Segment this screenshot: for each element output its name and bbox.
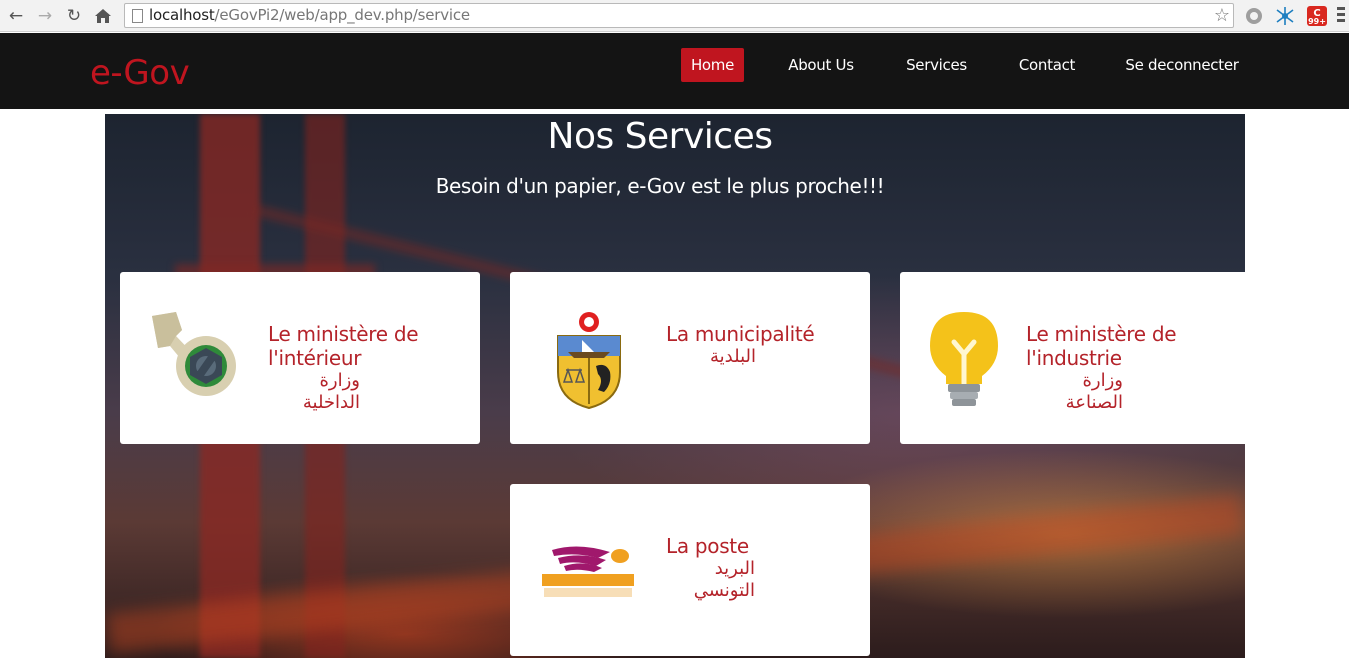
service-card-industrie[interactable]: Le ministère de l'industrie وزارة الصناع…	[900, 272, 1245, 444]
nav-services[interactable]: Services	[899, 48, 974, 82]
page-icon	[132, 9, 143, 23]
reload-icon[interactable]: ↻	[63, 5, 85, 27]
browser-toolbar: ← → ↻ localhost/eGovPi2/web/app_dev.php/…	[0, 0, 1349, 32]
service-name: La municipalité	[666, 322, 815, 346]
lightbulb-icon	[928, 310, 1000, 415]
url-path: /eGovPi2/web/app_dev.php/service	[214, 6, 471, 24]
forward-arrow-icon[interactable]: →	[34, 5, 56, 27]
service-name-arabic: البريد التونسي	[693, 558, 755, 601]
address-url[interactable]: localhost/eGovPi2/web/app_dev.php/servic…	[149, 4, 470, 27]
brand-logo[interactable]: e-Gov	[90, 53, 190, 93]
url-host: localhost	[149, 6, 215, 24]
extension-network-icon[interactable]	[1274, 5, 1296, 27]
nav-about-us[interactable]: About Us	[780, 48, 862, 82]
service-name: La poste	[666, 534, 749, 558]
service-name: Le ministère de l'intérieur	[268, 322, 419, 370]
service-name-arabic: البلدية	[710, 346, 756, 367]
service-card-poste[interactable]: La poste البريد التونسي	[510, 484, 870, 656]
page-subtitle: Besoin d'un papier, e-Gov est le plus pr…	[435, 174, 885, 198]
service-card-interieur[interactable]: Le ministère de l'intérieur وزارة الداخل…	[120, 272, 480, 444]
nav-contact[interactable]: Contact	[1012, 48, 1082, 82]
wrench-icon	[148, 310, 240, 407]
nav-logout[interactable]: Se deconnecter	[1122, 48, 1242, 82]
extension-circle-icon[interactable]	[1243, 5, 1265, 27]
service-name: Le ministère de l'industrie	[1026, 322, 1177, 370]
site-header: e-Gov Home About Us Services Contact Se …	[0, 33, 1349, 109]
service-card-municipalite[interactable]: La municipalité البلدية	[510, 272, 870, 444]
home-icon[interactable]	[92, 5, 114, 27]
la-poste-logo	[538, 544, 638, 605]
svg-text:C: C	[1313, 8, 1320, 19]
service-name-arabic: وزارة الصناعة	[1065, 370, 1123, 413]
back-arrow-icon[interactable]: ←	[5, 5, 27, 27]
service-name-arabic: وزارة الداخلية	[302, 370, 360, 413]
page-title: Nos Services	[547, 116, 773, 157]
nav-home[interactable]: Home	[681, 48, 744, 82]
services-hero: Nos Services Besoin d'un papier, e-Gov e…	[105, 114, 1245, 658]
browser-menu-icon[interactable]	[1337, 7, 1345, 25]
tunisia-coat-of-arms-icon	[554, 310, 624, 415]
address-bar[interactable]: localhost/eGovPi2/web/app_dev.php/servic…	[124, 3, 1234, 28]
bookmark-star-icon[interactable]: ☆	[1214, 5, 1230, 26]
extension-badge-icon[interactable]: 99+ C	[1306, 5, 1328, 27]
